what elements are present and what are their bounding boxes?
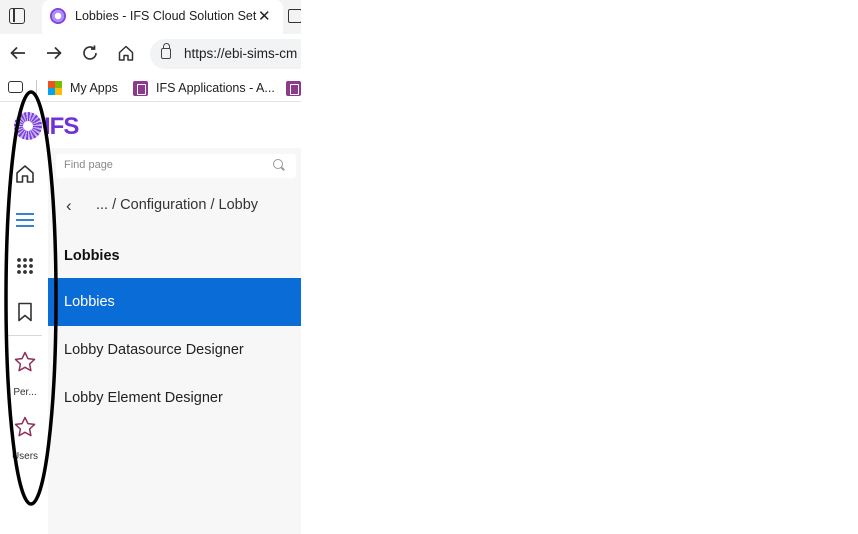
bookmarks-divider <box>36 80 37 96</box>
nav-item-label: Lobby Element Designer <box>64 390 223 406</box>
tab-title: Lobbies - IFS Cloud Solution Set <box>75 9 257 23</box>
ifs-app: IFS Per... Users Find page ‹ ... / Confi… <box>0 103 301 534</box>
menu-icon <box>16 213 34 227</box>
url-text: https://ebi-sims-cm <box>184 46 298 61</box>
close-tab-icon[interactable]: ✕ <box>258 7 271 25</box>
bookmarks-bar: My Apps IFS Applications - A... <box>0 74 301 102</box>
bookmark-bar-icon[interactable] <box>8 81 23 93</box>
nav-item-lobby-datasource-designer[interactable]: Lobby Datasource Designer <box>48 326 301 374</box>
address-bar[interactable]: https://ebi-sims-cm <box>150 39 301 69</box>
navigation-panel: Find page ‹ ... / Configuration / Lobby … <box>48 148 301 534</box>
bookmark-label: IFS Applications - A... <box>156 81 275 95</box>
star-icon <box>14 351 36 372</box>
ifs-logo-icon <box>14 112 42 140</box>
home-browser-icon[interactable] <box>113 40 139 66</box>
nav-item-lobbies[interactable]: Lobbies <box>48 278 301 326</box>
rail-label-users: Users <box>11 451 39 462</box>
bookmark-my-apps[interactable]: My Apps <box>48 79 118 97</box>
bookmark-overflow[interactable] <box>286 79 301 97</box>
star-icon <box>14 416 36 437</box>
breadcrumb[interactable]: ... / Configuration / Lobby <box>96 197 258 213</box>
nav-item-lobby-element-designer[interactable]: Lobby Element Designer <box>48 374 301 422</box>
bookmark-icon <box>18 302 32 322</box>
tab-actions-icon[interactable] <box>288 9 301 23</box>
search-icon[interactable] <box>273 159 283 169</box>
ifs-logo-text: IFS <box>44 113 79 140</box>
search-placeholder: Find page <box>64 159 113 171</box>
browser-tab[interactable]: Lobbies - IFS Cloud Solution Set ✕ <box>42 0 283 34</box>
nav-item-label: Lobby Datasource Designer <box>64 342 244 358</box>
rail-divider <box>6 335 42 336</box>
browser-toolbar: https://ebi-sims-cm <box>0 34 301 74</box>
rail-home-button[interactable] <box>4 154 46 194</box>
forward-icon[interactable] <box>41 40 67 66</box>
find-page-input[interactable]: Find page <box>56 154 296 178</box>
tab-strip: Lobbies - IFS Cloud Solution Set ✕ <box>0 0 301 34</box>
ifs-favicon-icon <box>133 80 148 96</box>
section-title: Lobbies <box>64 248 120 264</box>
rail-apps-button[interactable] <box>4 246 46 286</box>
apps-grid-icon <box>17 258 33 274</box>
lock-icon[interactable] <box>161 43 171 59</box>
bookmark-label: My Apps <box>70 81 118 95</box>
rail-favorite-permissions[interactable] <box>4 342 46 382</box>
refresh-icon[interactable] <box>77 40 103 66</box>
rail-bookmarks-button[interactable] <box>4 292 46 332</box>
back-icon[interactable] <box>5 40 31 66</box>
rail-menu-button[interactable] <box>4 200 46 240</box>
browser-window: Lobbies - IFS Cloud Solution Set ✕ https… <box>0 0 301 534</box>
back-chevron-icon[interactable]: ‹ <box>66 196 72 216</box>
rail-favorite-users[interactable] <box>4 407 46 447</box>
ifs-favicon-icon <box>286 80 301 96</box>
nav-item-label: Lobbies <box>64 294 115 310</box>
home-icon <box>16 165 34 183</box>
navigation-rail: IFS Per... Users <box>0 103 79 534</box>
window-menu-icon[interactable] <box>9 8 25 24</box>
bookmark-ifs-applications[interactable]: IFS Applications - A... <box>133 79 275 97</box>
rail-label-per: Per... <box>13 387 37 398</box>
microsoft-logo-icon <box>48 81 62 95</box>
ifs-favicon-icon <box>50 8 66 24</box>
empty-area <box>301 0 858 534</box>
